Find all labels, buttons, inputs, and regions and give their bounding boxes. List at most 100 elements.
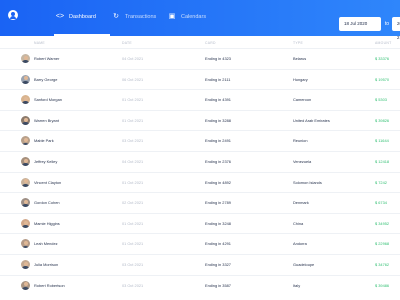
row-card: Ending in 2789 — [205, 200, 231, 206]
row-card: Ending in 4391 — [205, 97, 231, 103]
row-name: Warren Bryant — [34, 117, 59, 123]
table-header: NAME DATE CARD TYPE AMOUNT — [0, 38, 400, 48]
row-date: 03 Oct 2021 — [122, 138, 144, 144]
row-country: China — [293, 220, 304, 226]
tab-dashboard[interactable]: <> Dashboard — [54, 0, 110, 36]
row-name: Mamie Higgins — [34, 220, 60, 226]
avatar — [21, 156, 30, 166]
table-row[interactable]: Barry George 06 Oct 2021 Ending in 2111 Hun… — [0, 68, 400, 90]
row-country: United Arab Emirates — [293, 117, 330, 123]
row-country: Andorra — [293, 241, 307, 247]
row-card: Ending in 2376 — [205, 158, 231, 164]
row-country: Belarus — [293, 56, 307, 61]
avatar — [21, 115, 30, 125]
row-country: Guadeloupe — [293, 261, 315, 267]
row-date: 01 Oct 2021 — [122, 220, 144, 226]
row-card: Ending in 3327 — [205, 261, 231, 267]
row-name: Gordon Cohen — [34, 200, 60, 206]
row-card: Ending in 2111 — [205, 76, 231, 82]
row-date: 01 Oct 2021 — [122, 117, 144, 123]
code-icon: <> — [55, 13, 65, 20]
row-date: 03 Oct 2021 — [122, 282, 144, 288]
transactions-table: NAME DATE CARD TYPE AMOUNT Robert Warner… — [0, 38, 400, 295]
top-navigation-bar: <> Dashboard ↻ Transactions ▣ Calendars … — [0, 0, 400, 40]
date-to-picker[interactable]: 20 Jul 2 — [392, 17, 400, 40]
row-amount: $ 6734 — [375, 200, 387, 206]
avatar — [21, 259, 30, 269]
table-row[interactable]: Vincent Clayton 01 Oct 2021 Ending in 4892… — [0, 171, 400, 193]
user-logo-icon[interactable] — [8, 10, 18, 20]
row-name: Sanford Morgan — [34, 97, 62, 103]
table-row[interactable]: Robert Warner 04 Oct 2021 Ending in 4323 Be… — [0, 48, 400, 69]
avatar — [21, 198, 30, 208]
avatar — [21, 239, 30, 249]
table-row[interactable]: Mable Park 03 Oct 2021 Ending in 2491 Reuni… — [0, 130, 400, 151]
avatar — [21, 74, 30, 84]
row-name: Barry George — [34, 76, 58, 82]
table-row[interactable]: Robert Robertson 03 Oct 2021 Ending in 358… — [0, 274, 400, 296]
table-row[interactable]: Mamie Higgins 01 Oct 2021 Ending in 3248 Ch… — [0, 212, 400, 234]
avatar — [21, 177, 30, 187]
row-name: Julia Morrison — [34, 261, 59, 267]
column-header-type[interactable]: TYPE — [293, 40, 303, 46]
row-amount: $ 33376 — [375, 56, 390, 61]
tab-calendars-label: Calendars — [181, 14, 207, 20]
row-name: Robert Warner — [34, 56, 60, 61]
row-amount: $ 22968 — [375, 241, 390, 247]
row-card: Ending in 4323 — [205, 56, 231, 61]
calendar-icon: ▣ — [168, 13, 176, 20]
row-date: 04 Oct 2021 — [122, 158, 144, 164]
column-header-card[interactable]: CARD — [205, 40, 216, 46]
row-name: Mable Park — [34, 138, 54, 144]
row-date: 04 Oct 2021 — [122, 56, 144, 61]
row-amount: $ 19570 — [375, 76, 390, 82]
row-card: Ending in 3587 — [205, 282, 231, 288]
date-from-picker[interactable]: 18 Jul 2020 — [339, 17, 381, 31]
row-name: Jeffrey Kelley — [34, 158, 58, 164]
row-amount: $ 5303 — [375, 97, 387, 103]
row-amount: $ 11644 — [375, 138, 389, 144]
row-amount: $ 39486 — [375, 282, 390, 288]
row-amount: $ 34952 — [375, 220, 390, 226]
column-header-amount[interactable]: AMOUNT — [375, 40, 392, 46]
tab-transactions[interactable]: ↻ Transactions — [110, 0, 166, 36]
row-date: 01 Oct 2021 — [122, 179, 144, 185]
table-body: Robert Warner 04 Oct 2021 Ending in 4323 Be… — [0, 48, 400, 295]
tab-calendars[interactable]: ▣ Calendars — [166, 0, 216, 36]
avatar — [21, 95, 30, 105]
table-row[interactable]: Warren Bryant 01 Oct 2021 Ending in 3288 Un… — [0, 109, 400, 131]
row-card: Ending in 3288 — [205, 117, 231, 123]
avatar — [21, 280, 30, 290]
row-card: Ending in 3248 — [205, 220, 231, 226]
table-row[interactable]: Sanford Morgan 01 Oct 2021 Ending in 4391 C… — [0, 89, 400, 110]
row-country: Cameroon — [293, 97, 312, 103]
avatar — [21, 136, 30, 146]
row-card: Ending in 2491 — [205, 138, 231, 144]
refresh-icon: ↻ — [113, 13, 119, 20]
row-name: Vincent Clayton — [34, 179, 62, 185]
row-country: Reunion — [293, 138, 308, 144]
row-date: 03 Oct 2021 — [122, 261, 144, 267]
row-card: Ending in 4892 — [205, 179, 231, 185]
row-amount: $ 39826 — [375, 117, 390, 123]
table-row[interactable]: Gordon Cohen 02 Oct 2021 Ending in 2789 Den… — [0, 192, 400, 213]
column-header-date[interactable]: DATE — [122, 40, 132, 46]
column-header-name[interactable]: NAME — [34, 40, 45, 46]
avatar — [21, 218, 30, 228]
row-card: Ending in 4291 — [205, 241, 231, 247]
row-country: Denmark — [293, 200, 309, 206]
table-row[interactable]: Leah Mendez 01 Oct 2021 Ending in 4291 Ando… — [0, 233, 400, 254]
row-amount: $ 7242 — [375, 179, 387, 185]
row-amount: $ 34762 — [375, 261, 390, 267]
row-country: Hungary — [293, 76, 308, 82]
row-date: 01 Oct 2021 — [122, 97, 144, 103]
row-name: Leah Mendez — [34, 241, 58, 247]
table-row[interactable]: Jeffrey Kelley 04 Oct 2021 Ending in 2376 V… — [0, 150, 400, 172]
row-country: Italy — [293, 282, 301, 288]
table-row[interactable]: Julia Morrison 03 Oct 2021 Ending in 3327 G… — [0, 253, 400, 275]
avatar — [21, 54, 30, 63]
row-date: 01 Oct 2021 — [122, 241, 144, 247]
row-name: Robert Robertson — [34, 282, 65, 288]
row-date: 06 Oct 2021 — [122, 76, 144, 82]
row-date: 02 Oct 2021 — [122, 200, 144, 206]
